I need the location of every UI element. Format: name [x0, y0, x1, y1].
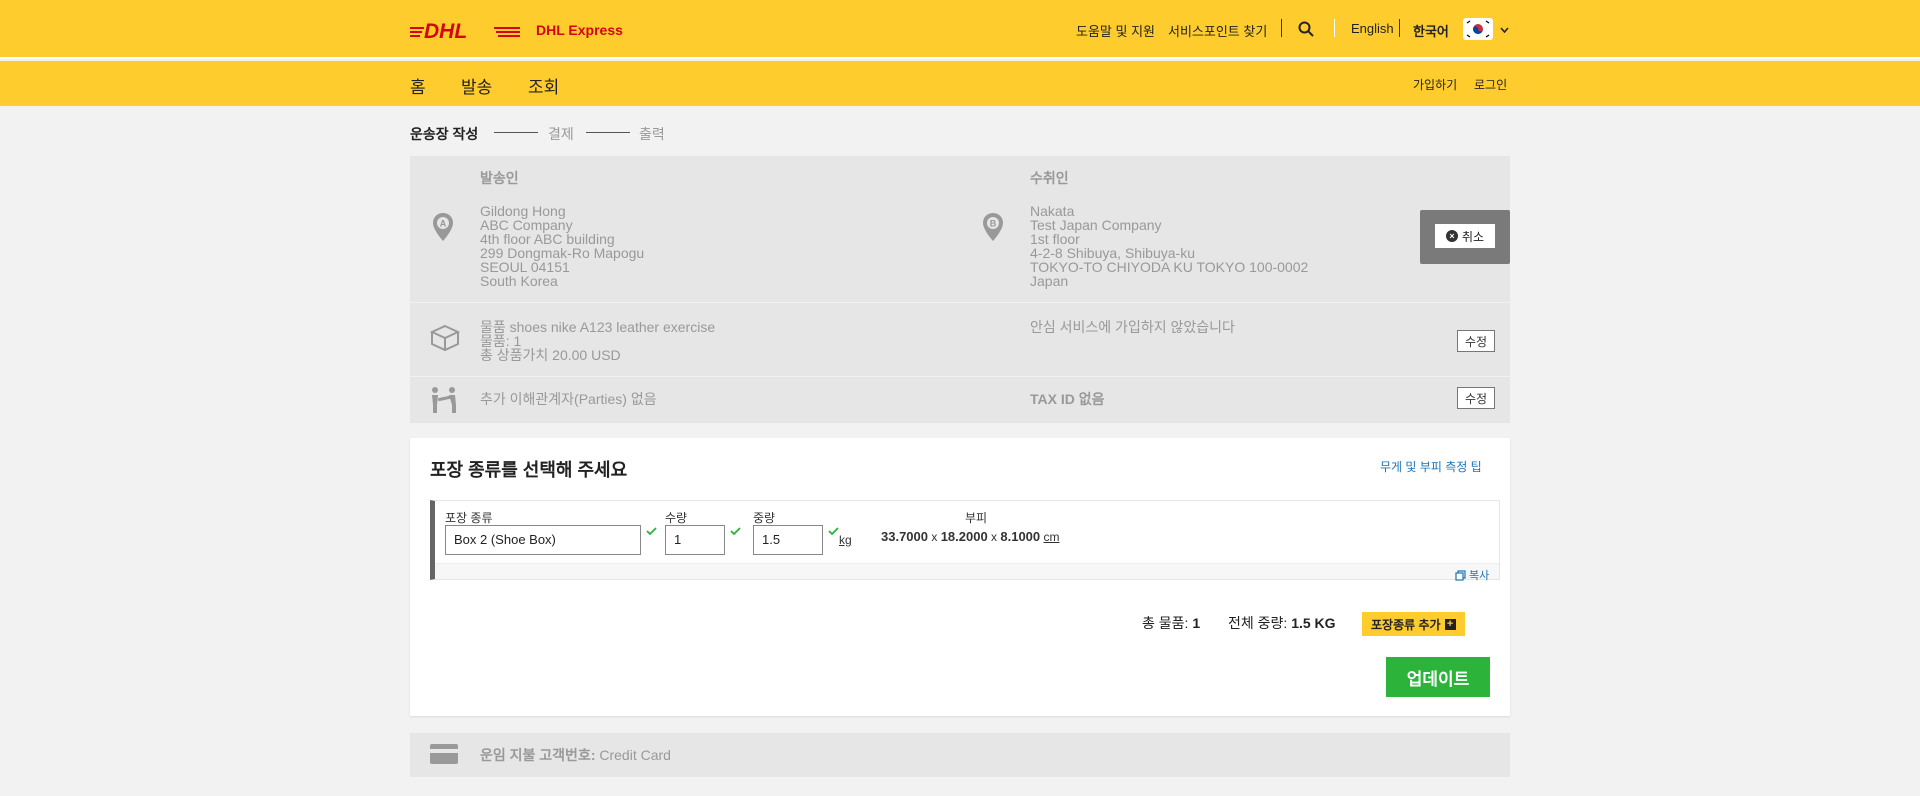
lang-korean-link[interactable]: 한국어 [1413, 21, 1449, 40]
lang-english-link[interactable]: English [1351, 21, 1394, 36]
location-pin-b-icon: B [983, 213, 1003, 241]
nav-ship[interactable]: 발송 [461, 73, 492, 98]
nav-track[interactable]: 조회 [528, 73, 559, 98]
sender-address: Gildong Hong ABC Company 4th floor ABC b… [480, 203, 645, 289]
measurement-tip-link[interactable]: 무게 및 부피 측정 팁 [1380, 458, 1510, 475]
total-items: 총 물품: 1 [1142, 615, 1201, 631]
package-icon [430, 324, 460, 352]
cancel-overlay: × 취소 [1420, 210, 1510, 264]
dhl-logo[interactable]: DHL [410, 21, 520, 39]
step-connector [586, 132, 630, 133]
dhl-express-label[interactable]: DHL Express [536, 22, 623, 38]
quantity-input[interactable]: 1 [665, 525, 725, 555]
package-type-label: 포장 종류 [445, 511, 493, 525]
package-row-footer [435, 563, 1499, 579]
dimensions-label: 부피 [965, 511, 988, 525]
package-type-select[interactable]: Box 2 (Shoe Box) [445, 525, 641, 555]
length-value: 33.7000 [881, 529, 928, 544]
service-point-link[interactable]: 서비스포인트 찾기 [1168, 21, 1267, 40]
step-create-waybill: 운송장 작성 [410, 126, 479, 142]
packaging-title: 포장 종류를 선택해 주세요 [430, 460, 628, 480]
edit-items-button[interactable]: 수정 [1457, 330, 1496, 352]
divider [1399, 19, 1400, 37]
dimension-unit[interactable]: cm [1043, 530, 1059, 544]
payment-label: 운임 지불 고객번호: [480, 747, 596, 763]
height-value: 8.1000 [1000, 529, 1041, 544]
update-button[interactable]: 업데이트 [1386, 657, 1490, 697]
chevron-down-icon[interactable] [1500, 27, 1509, 33]
svg-text:A: A [440, 219, 447, 229]
add-package-label: 포장종류 추가 [1371, 617, 1441, 632]
weight-unit[interactable]: kg [839, 533, 852, 547]
signup-link[interactable]: 가입하기 [1413, 76, 1457, 93]
credit-card-icon [430, 744, 458, 764]
edit-parties-button[interactable]: 수정 [1457, 387, 1496, 409]
step-payment: 결제 [548, 126, 574, 142]
sender-heading: 발송인 [480, 170, 519, 186]
quantity-label: 수량 [665, 511, 688, 525]
items-row: 물품 shoes nike A123 leather exercise 물품: … [410, 302, 1510, 376]
cancel-label: 취소 [1461, 229, 1485, 244]
dimensions-value: 33.7000 x 18.2000 x 8.1000 cm [881, 529, 1060, 544]
step-print: 출력 [639, 126, 665, 142]
width-value: 18.2000 [940, 529, 988, 544]
svg-text:B: B [990, 219, 997, 229]
receiver-address: Nakata Test Japan Company 1st floor 4-2-… [1030, 203, 1309, 289]
login-link[interactable]: 로그인 [1474, 76, 1507, 93]
top-header [0, 0, 1920, 59]
close-icon: × [1445, 230, 1458, 242]
help-support-link[interactable]: 도움말 및 지원 [1076, 21, 1155, 40]
step-connector [494, 132, 538, 133]
parties-row: 추가 이해관계자(Parties) 없음 TAX ID 없음 수정 [410, 376, 1510, 423]
main-nav-bar [0, 61, 1920, 106]
payment-value: Credit Card [599, 747, 671, 763]
nav-home[interactable]: 홈 [410, 73, 426, 98]
receiver-heading: 수취인 [1030, 170, 1069, 186]
weight-label: 중량 [753, 511, 776, 525]
insurance-status: 안심 서비스에 가입하지 않았습니다 [1030, 319, 1235, 335]
add-package-button[interactable]: 포장종류 추가 + [1362, 612, 1465, 636]
plus-icon: + [1444, 618, 1456, 630]
korea-flag-icon[interactable] [1463, 18, 1493, 40]
shipment-summary: 발송인 A Gildong Hong ABC Company 4th floor… [410, 156, 1510, 423]
payment-info: 운임 지불 고객번호: Credit Card [480, 748, 671, 762]
parties-text: 추가 이해관계자(Parties) 없음 [480, 391, 657, 407]
copy-icon [1455, 569, 1466, 581]
items-details: 물품 shoes nike A123 leather exercise 물품: … [480, 319, 716, 363]
location-pin-a-icon: A [433, 213, 453, 241]
weight-input[interactable]: 1.5 [753, 525, 823, 555]
copy-label: 복사 [1469, 570, 1490, 582]
packaging-card: 포장 종류를 선택해 주세요 무게 및 부피 측정 팁 포장 종류 Box 2 … [410, 438, 1510, 716]
copy-button[interactable]: 복사 [1455, 567, 1489, 583]
parties-icon [432, 387, 456, 413]
check-icon [646, 527, 657, 535]
payment-row: 운임 지불 고객번호: Credit Card [410, 733, 1510, 777]
svg-text:DHL: DHL [424, 21, 467, 39]
divider [1334, 19, 1335, 37]
package-row: 포장 종류 Box 2 (Shoe Box) 수량 1 중량 1.5 kg 부피… [430, 500, 1500, 583]
search-icon[interactable] [1298, 21, 1314, 37]
total-weight: 전체 중량: 1.5 KG [1228, 615, 1336, 631]
divider [1281, 19, 1282, 37]
check-icon [730, 527, 741, 535]
cancel-button[interactable]: × 취소 [1435, 224, 1495, 248]
tax-id-text: TAX ID 없음 [1030, 391, 1105, 407]
check-icon [828, 527, 839, 535]
